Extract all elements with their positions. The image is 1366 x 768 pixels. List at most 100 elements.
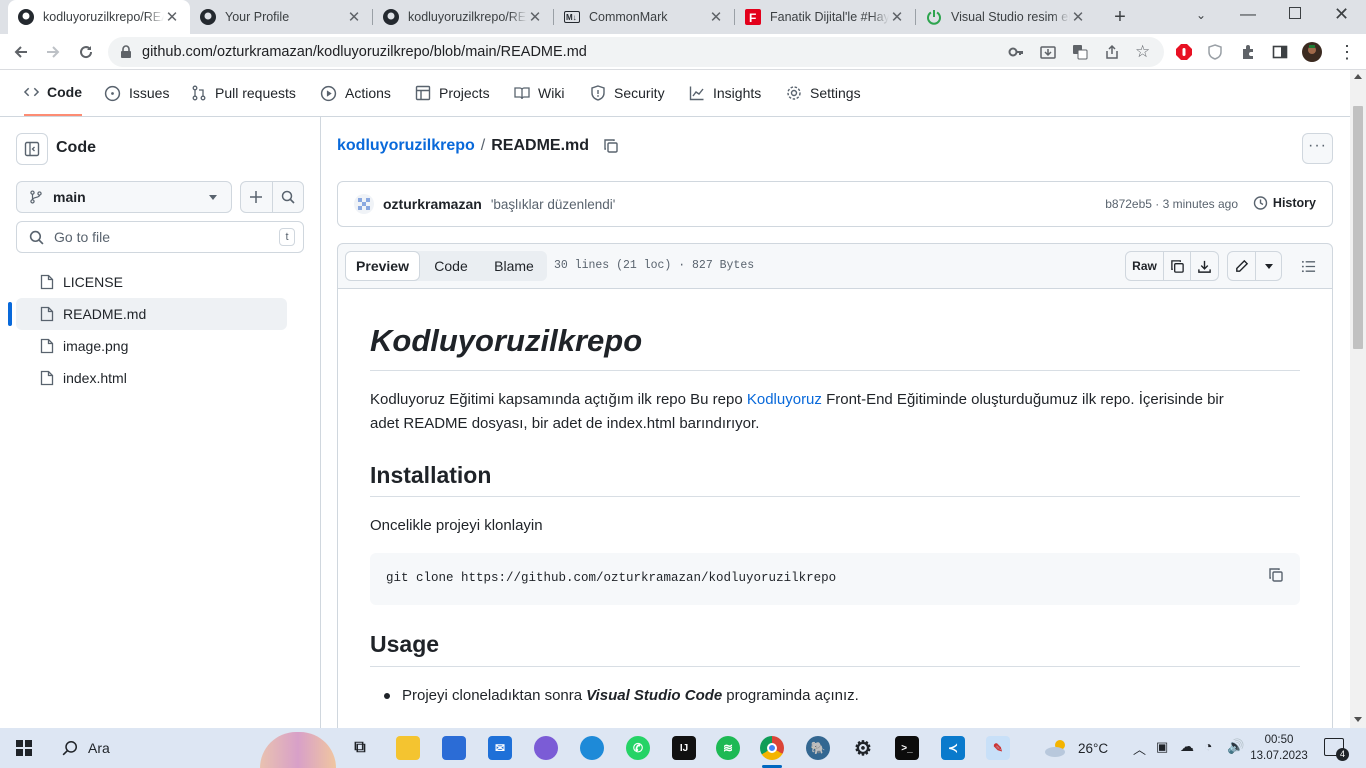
translate-icon[interactable]: [1072, 44, 1088, 64]
tab-settings[interactable]: Settings: [786, 70, 861, 116]
tab-issues[interactable]: Issues: [104, 70, 169, 116]
browser-tab[interactable]: F Fanatik Dijital'le #Hayatımızda ✕: [735, 0, 915, 34]
tab-projects[interactable]: Projects: [415, 70, 490, 116]
minimize-button[interactable]: —: [1240, 6, 1256, 24]
issue-icon: [104, 85, 121, 101]
task-view-icon[interactable]: ⧉: [348, 736, 372, 760]
edit-dropdown-button[interactable]: [1256, 252, 1281, 280]
maximize-button[interactable]: [1289, 7, 1301, 19]
paint-icon[interactable]: ✎: [986, 736, 1010, 760]
install-icon[interactable]: [1040, 44, 1056, 64]
spotify-icon[interactable]: ≋: [716, 736, 740, 760]
copy-raw-button[interactable]: [1164, 252, 1191, 280]
close-window-button[interactable]: ✕: [1334, 4, 1349, 25]
close-icon[interactable]: ✕: [708, 8, 724, 26]
commit-meta[interactable]: b872eb5 · 3 minutes ago: [1105, 197, 1238, 211]
close-icon[interactable]: ✕: [527, 8, 543, 26]
more-options-button[interactable]: ···: [1302, 133, 1333, 164]
copy-icon[interactable]: [1268, 567, 1284, 583]
copilot-icon[interactable]: [534, 736, 558, 760]
tab-pull-requests[interactable]: Pull requests: [191, 70, 296, 116]
tab-security[interactable]: Security: [590, 70, 665, 116]
branch-selector[interactable]: main: [16, 181, 232, 213]
adblock-icon[interactable]: [1174, 42, 1194, 62]
file-tree-item[interactable]: image.png: [40, 330, 287, 362]
vscode-icon[interactable]: ≺: [941, 736, 965, 760]
clock[interactable]: 00:50 13.07.2023: [1250, 732, 1308, 764]
more-menu-icon[interactable]: ⋮: [1337, 42, 1357, 62]
lock-icon[interactable]: [120, 45, 132, 63]
weather-widget[interactable]: 26°C: [1043, 728, 1108, 768]
key-icon[interactable]: [1008, 44, 1024, 64]
tab-search-icon[interactable]: ⌄: [1196, 8, 1206, 22]
breadcrumb-repo-link[interactable]: kodluyoruzilkrepo: [337, 137, 475, 155]
address-bar[interactable]: github.com/ozturkramazan/kodluyoruzilkre…: [108, 37, 1164, 67]
taskbar-search[interactable]: Ara: [48, 728, 336, 768]
scrollbar-thumb[interactable]: [1353, 106, 1363, 349]
commit-message[interactable]: 'başlıklar düzenlendi': [491, 197, 615, 212]
extensions-icon[interactable]: [1238, 42, 1258, 62]
file-tree-item[interactable]: LICENSE: [40, 266, 287, 298]
raw-button[interactable]: Raw: [1126, 252, 1164, 280]
tray-chevron-icon[interactable]: ︿: [1133, 739, 1146, 758]
tab-insights[interactable]: Insights: [689, 70, 761, 116]
forward-icon[interactable]: [43, 42, 63, 62]
go-to-file-input[interactable]: Go to file t: [16, 221, 304, 253]
postgresql-icon[interactable]: 🐘: [806, 736, 830, 760]
browser-tab[interactable]: M↓ CommonMark ✕: [554, 0, 734, 34]
share-icon[interactable]: [1104, 44, 1120, 64]
network-icon[interactable]: ☁: [1180, 738, 1194, 755]
whatsapp-icon[interactable]: ✆: [626, 736, 650, 760]
file-tree-item[interactable]: index.html: [40, 362, 287, 394]
close-icon[interactable]: ✕: [346, 8, 362, 26]
page-scrollbar[interactable]: [1350, 70, 1366, 728]
shield-extension-icon[interactable]: [1205, 42, 1225, 62]
copy-path-icon[interactable]: [603, 138, 619, 154]
close-icon[interactable]: ✕: [164, 8, 180, 26]
bookmark-star-icon[interactable]: ☆: [1135, 42, 1150, 62]
microsoft-store-icon[interactable]: [442, 736, 466, 760]
meet-now-icon[interactable]: ▣: [1156, 739, 1168, 755]
wifi-icon[interactable]: ◔: [1204, 738, 1212, 754]
code-text: git clone https://github.com/ozturkramaz…: [386, 571, 837, 585]
terminal-icon[interactable]: >_: [895, 736, 919, 760]
browser-tab[interactable]: kodluyoruzilkrepo/README.md ✕: [373, 0, 553, 34]
commit-author[interactable]: ozturkramazan: [383, 196, 482, 212]
tab-wiki[interactable]: Wiki: [514, 70, 564, 116]
tab-code-view[interactable]: Code: [420, 251, 482, 281]
notification-center-icon[interactable]: 4: [1324, 738, 1349, 761]
reload-icon[interactable]: [76, 42, 96, 62]
kodluyoruz-link[interactable]: Kodluyoruz: [747, 391, 822, 408]
settings-gear-icon[interactable]: ⚙: [851, 736, 875, 760]
profile-avatar[interactable]: [1302, 42, 1322, 62]
edge-icon[interactable]: [580, 736, 604, 760]
edit-file-button[interactable]: [1228, 252, 1256, 280]
tab-blame[interactable]: Blame: [482, 251, 546, 281]
outline-button[interactable]: [1293, 251, 1323, 281]
close-icon[interactable]: ✕: [889, 8, 905, 26]
collapse-sidebar-button[interactable]: [16, 133, 48, 165]
close-icon[interactable]: ✕: [1070, 8, 1086, 26]
add-file-button[interactable]: [241, 182, 273, 212]
volume-icon[interactable]: 🔊: [1227, 738, 1244, 755]
tab-actions[interactable]: Actions: [320, 70, 391, 116]
avatar[interactable]: [354, 194, 374, 214]
browser-tab-active[interactable]: kodluyoruzilkrepo/README.md ✕: [8, 0, 190, 34]
search-files-button[interactable]: [273, 182, 304, 212]
start-button[interactable]: [16, 740, 32, 756]
side-panel-icon[interactable]: [1270, 42, 1290, 62]
tab-code[interactable]: Code: [24, 70, 82, 116]
intellij-icon[interactable]: IJ: [672, 736, 696, 760]
mail-icon[interactable]: ✉: [488, 736, 512, 760]
chrome-icon[interactable]: [760, 736, 784, 760]
new-tab-button[interactable]: +: [1109, 6, 1131, 28]
download-raw-button[interactable]: [1191, 252, 1218, 280]
back-icon[interactable]: [11, 42, 31, 62]
file-explorer-icon[interactable]: [396, 736, 420, 760]
browser-tab[interactable]: Your Profile ✕: [190, 0, 372, 34]
browser-tab-strip: kodluyoruzilkrepo/README.md ✕ Your Profi…: [0, 0, 1366, 34]
file-tree-item-selected[interactable]: README.md: [16, 298, 287, 330]
browser-tab[interactable]: Visual Studio resim ekleme ✕: [916, 0, 1096, 34]
tab-preview[interactable]: Preview: [345, 251, 420, 281]
history-button[interactable]: History: [1252, 195, 1316, 211]
